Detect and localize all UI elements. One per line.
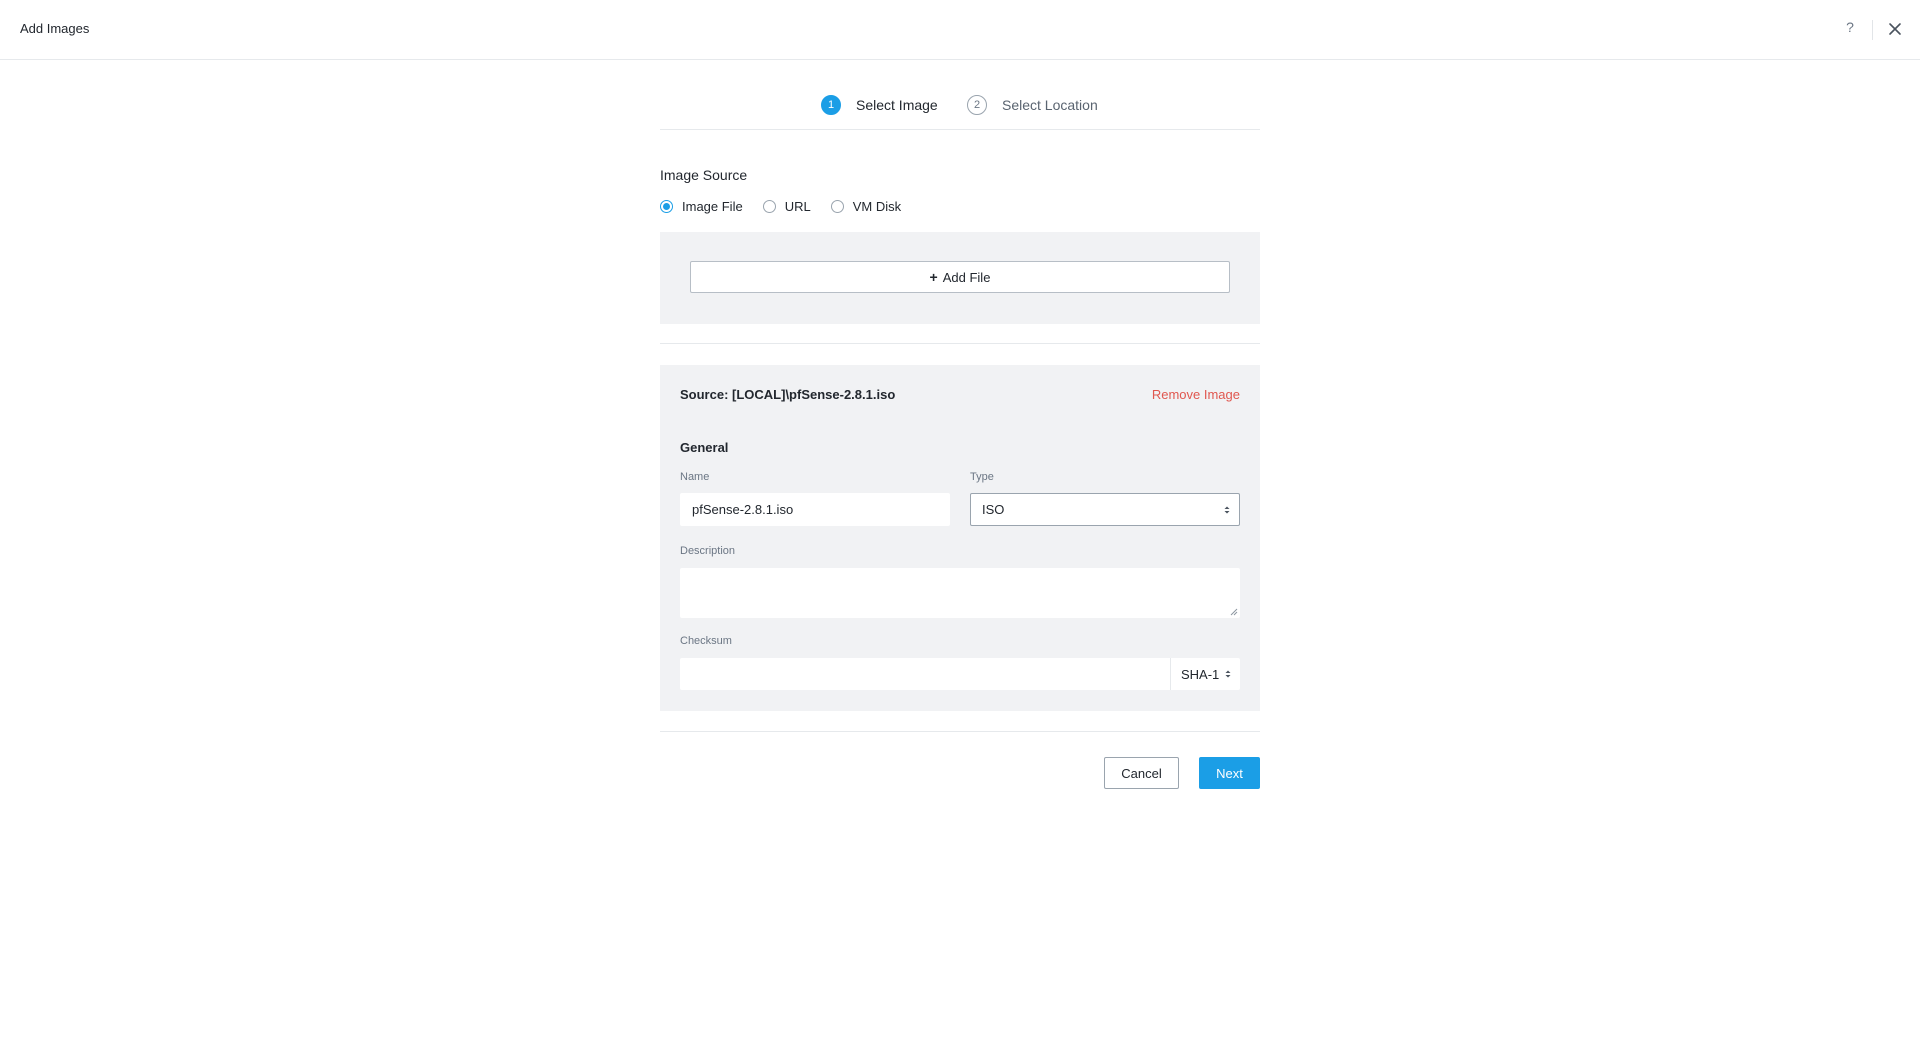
add-file-panel: + Add File <box>660 232 1260 324</box>
sort-caret-icon <box>1224 506 1230 513</box>
type-select[interactable]: ISO <box>970 493 1240 526</box>
radio-label: Image File <box>682 198 743 214</box>
cancel-button[interactable]: Cancel <box>1104 757 1179 789</box>
step-label: Select Image <box>856 97 938 113</box>
step-select-location: 2 Select Location <box>967 95 1098 115</box>
steps-divider <box>660 129 1260 130</box>
radio-url[interactable]: URL <box>762 198 811 214</box>
checksum-algorithm-value: SHA-1 <box>1181 666 1220 682</box>
type-label: Type <box>970 471 994 483</box>
description-textarea[interactable] <box>680 568 1240 618</box>
help-icon[interactable]: ? <box>1841 19 1859 39</box>
section-divider <box>660 731 1260 732</box>
radio-dot[interactable] <box>762 199 776 213</box>
sort-caret-icon <box>1225 670 1231 678</box>
name-input[interactable]: pfSense-2.8.1.iso <box>680 493 950 526</box>
dialog-header: Add Images ? <box>0 0 1920 60</box>
radio-label: URL <box>784 198 811 214</box>
general-section-title: General <box>680 440 729 455</box>
image-source-path: Source: [LOCAL]\pfSense-2.8.1.iso <box>680 387 896 402</box>
radio-dot[interactable] <box>660 199 673 213</box>
next-button[interactable]: Next <box>1199 757 1260 789</box>
plus-icon: + <box>929 269 938 285</box>
image-source-title: Image Source <box>660 167 748 183</box>
name-label: Name <box>680 471 710 483</box>
description-label: Description <box>680 545 736 557</box>
wizard-steps: 1 Select Image 2 Select Location <box>660 93 1260 123</box>
checksum-input[interactable] <box>680 658 1170 690</box>
close-icon[interactable] <box>1885 19 1905 39</box>
radio-dot[interactable] <box>830 199 844 213</box>
radio-image-file[interactable]: Image File <box>660 199 743 214</box>
image-details-panel: Source: [LOCAL]\pfSense-2.8.1.iso Remove… <box>660 365 1260 711</box>
step-label: Select Location <box>1002 97 1098 113</box>
section-divider <box>660 343 1260 344</box>
add-file-label: Add File <box>942 269 991 285</box>
checksum-algorithm-select[interactable]: SHA-1 <box>1171 658 1240 690</box>
radio-label: VM Disk <box>852 198 902 214</box>
remove-image-link[interactable]: Remove Image <box>1152 387 1240 402</box>
radio-vm-disk[interactable]: VM Disk <box>830 198 902 214</box>
step-select-image: 1 Select Image <box>821 95 938 115</box>
add-file-button[interactable]: + Add File <box>690 261 1230 293</box>
header-divider <box>1872 20 1873 40</box>
resize-grip-icon[interactable] <box>1230 608 1238 616</box>
step-number: 1 <box>821 95 841 115</box>
step-number: 2 <box>967 95 987 115</box>
image-source-radio-group: Image File URL VM Disk <box>660 197 921 215</box>
dialog-title: Add Images <box>20 21 90 36</box>
type-select-value: ISO <box>982 502 1005 517</box>
checksum-label: Checksum <box>680 635 732 647</box>
